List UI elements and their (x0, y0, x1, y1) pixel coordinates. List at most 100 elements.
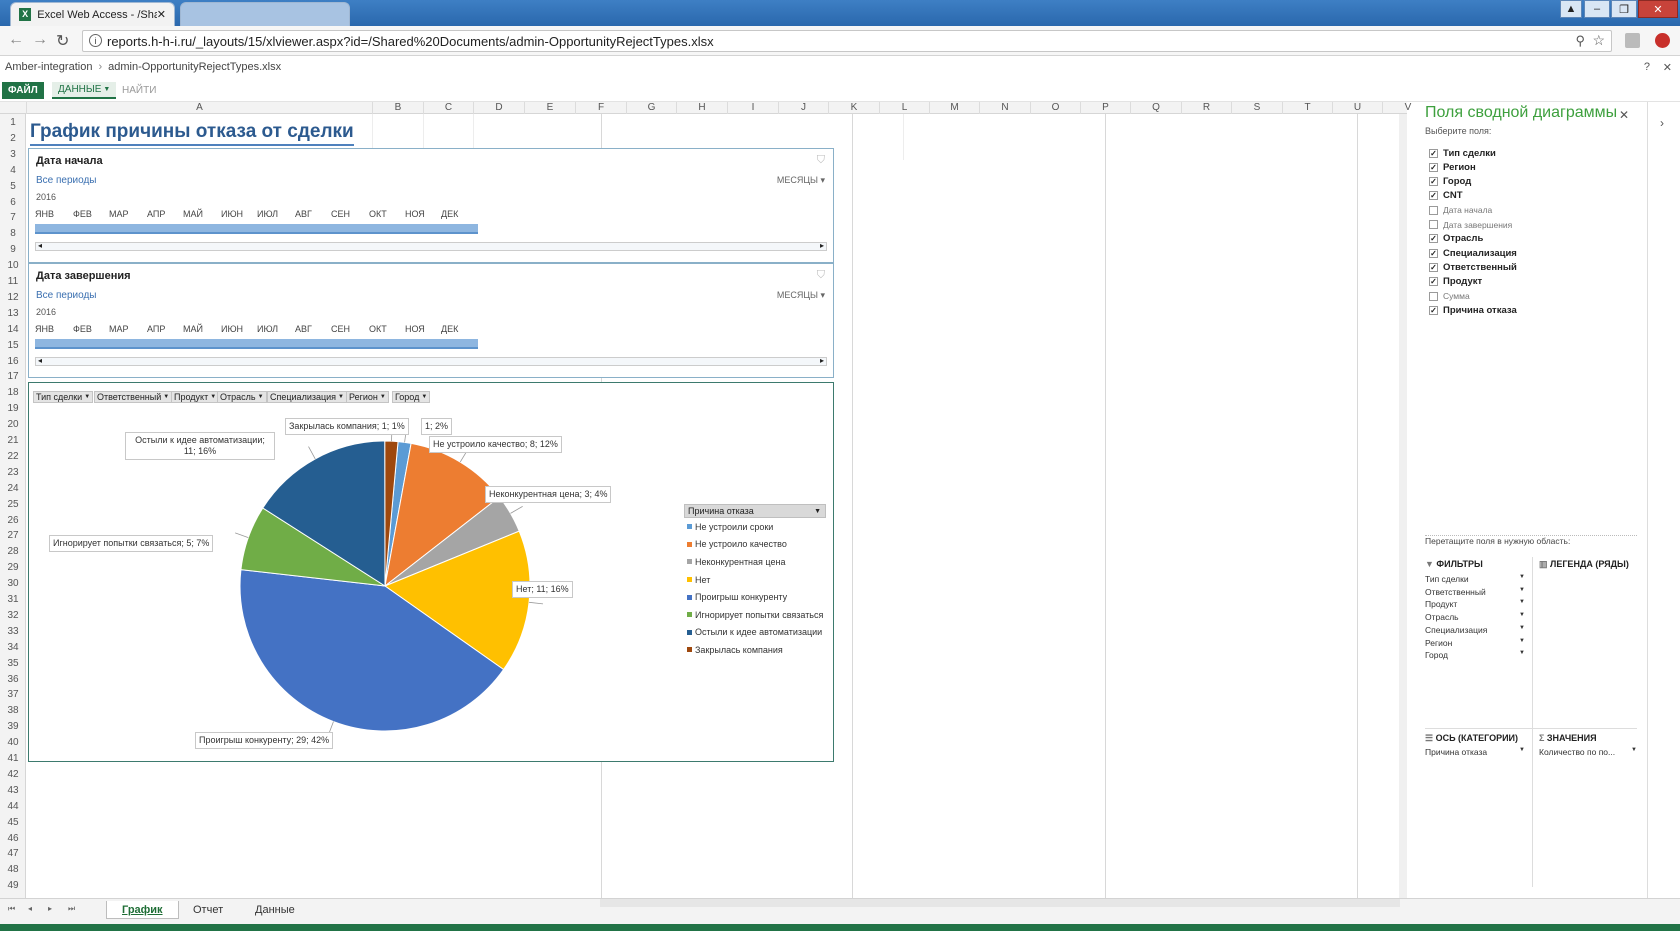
column-header[interactable]: J (778, 102, 828, 114)
slicer-month[interactable]: НОЯ (405, 209, 425, 219)
column-header[interactable]: A (26, 102, 372, 114)
column-header[interactable]: S (1231, 102, 1282, 114)
filter-area-item[interactable]: Продукт ▼ (1425, 599, 1525, 609)
row-header[interactable]: 18 (0, 387, 26, 398)
slicer-month[interactable]: МАЙ (183, 209, 203, 219)
row-header[interactable]: 20 (0, 419, 26, 430)
pivot-field[interactable]: Дата завершения (1429, 218, 1512, 232)
row-header[interactable]: 48 (0, 864, 26, 875)
row-header[interactable]: 2 (0, 133, 26, 144)
pivot-field[interactable]: ✓ Причина отказа (1429, 303, 1517, 317)
browser-tab-new[interactable] (180, 2, 350, 26)
filter-area-item[interactable]: Ответственный ▼ (1425, 587, 1525, 597)
legend-item[interactable]: Неконкурентная цена (684, 553, 826, 571)
pivot-field-checkbox[interactable]: ✓ (1429, 148, 1438, 158)
row-header[interactable]: 31 (0, 594, 26, 605)
column-header[interactable]: K (828, 102, 879, 114)
slicer-start-all-periods[interactable]: Все периоды (36, 175, 97, 186)
slicer-month[interactable]: ЯНВ (35, 209, 54, 219)
extension-icon[interactable] (1625, 33, 1640, 48)
row-header[interactable]: 27 (0, 530, 26, 541)
pivot-field-checkbox[interactable]: ✓ (1429, 262, 1438, 272)
maximize-icon[interactable]: ❐ (1611, 0, 1637, 18)
reload-icon[interactable]: ↻ (56, 31, 69, 51)
slicer-month[interactable]: ОКТ (369, 209, 387, 219)
row-header[interactable]: 25 (0, 499, 26, 510)
row-header[interactable]: 42 (0, 769, 26, 780)
pivot-field-checkbox[interactable] (1429, 220, 1438, 229)
row-header[interactable]: 7 (0, 212, 26, 223)
legend-item[interactable]: Не устроило качество (684, 536, 826, 554)
slicer-end-timeline-bar[interactable] (35, 339, 478, 349)
user-icon[interactable]: ▲ (1560, 0, 1582, 18)
column-header[interactable]: E (524, 102, 575, 114)
slicer-start-period-select[interactable]: МЕСЯЦЫ ▾ (777, 175, 825, 186)
column-header[interactable]: Q (1130, 102, 1181, 114)
sheet-tab[interactable]: Данные (240, 901, 310, 919)
column-header[interactable]: G (626, 102, 676, 114)
horizontal-scrollbar[interactable] (600, 899, 1400, 907)
row-header[interactable]: 35 (0, 658, 26, 669)
close-icon[interactable]: ✕ (1663, 61, 1672, 74)
slicer-month[interactable]: НОЯ (405, 324, 425, 334)
vertical-scrollbar[interactable] (1399, 114, 1407, 898)
column-header[interactable]: O (1030, 102, 1080, 114)
row-header[interactable]: 4 (0, 165, 26, 176)
column-header[interactable]: N (979, 102, 1030, 114)
minimize-icon[interactable]: – (1584, 0, 1610, 18)
pivot-field-checkbox[interactable]: ✓ (1429, 305, 1438, 315)
slicer-end-date[interactable]: Дата завершения ⛉ Все периоды МЕСЯЦЫ ▾ 2… (28, 263, 834, 378)
pivot-field[interactable]: ✓ Город (1429, 175, 1471, 189)
legend-item[interactable]: Игнорирует попытки связаться (684, 606, 826, 624)
legend-item[interactable]: Закрылась компания (684, 641, 826, 659)
row-header[interactable]: 45 (0, 817, 26, 828)
filter-area-item[interactable]: Специализация ▼ (1425, 625, 1525, 635)
slicer-month[interactable]: ДЕК (441, 209, 458, 219)
row-header[interactable]: 41 (0, 753, 26, 764)
close-window-icon[interactable]: ✕ (1638, 0, 1678, 18)
slicer-month[interactable]: СЕН (331, 209, 350, 219)
slicer-month[interactable]: ИЮН (221, 209, 243, 219)
legend-item[interactable]: Нет (684, 571, 826, 589)
row-header[interactable]: 30 (0, 578, 26, 589)
pivot-field[interactable]: ✓ Продукт (1429, 275, 1482, 289)
column-header[interactable]: L (879, 102, 929, 114)
slicer-month[interactable]: ИЮЛ (257, 324, 278, 334)
row-header[interactable]: 13 (0, 308, 26, 319)
slicer-month[interactable]: МАР (109, 209, 129, 219)
row-header[interactable]: 40 (0, 737, 26, 748)
url-input[interactable]: i reports.h-h-i.ru/_layouts/15/xlviewer.… (82, 30, 1612, 52)
star-icon[interactable]: ☆ (1592, 32, 1605, 49)
slicer-month[interactable]: АПР (147, 209, 165, 219)
chevron-right-icon[interactable]: › (1660, 116, 1664, 130)
row-header[interactable]: 26 (0, 515, 26, 526)
column-header[interactable]: H (676, 102, 727, 114)
column-header[interactable]: I (727, 102, 778, 114)
pivot-field-checkbox[interactable] (1429, 291, 1438, 301)
panel-collapse-strip[interactable]: › (1647, 102, 1680, 898)
row-header[interactable]: 5 (0, 181, 26, 192)
file-menu-button[interactable]: ФАЙЛ (2, 82, 44, 99)
slicer-month[interactable]: МАЙ (183, 324, 203, 334)
data-menu-button[interactable]: ДАННЫЕ ▼ (52, 82, 117, 99)
slicer-month[interactable]: ФЕВ (73, 324, 92, 334)
row-header[interactable]: 28 (0, 546, 26, 557)
pivot-field[interactable]: ✓ Отрасль (1429, 232, 1483, 246)
opera-icon[interactable] (1655, 33, 1670, 48)
filter-area-item[interactable]: Город ▼ (1425, 650, 1525, 660)
pivot-field[interactable]: Сумма (1429, 289, 1470, 303)
row-header[interactable]: 47 (0, 848, 26, 859)
slicer-start-timeline-bar[interactable] (35, 224, 478, 234)
help-icon[interactable]: ? (1644, 61, 1650, 73)
pivot-field[interactable]: ✓ Тип сделки (1429, 146, 1496, 160)
slicer-month[interactable]: ИЮН (221, 324, 243, 334)
pivot-field-checkbox[interactable]: ✓ (1429, 277, 1438, 287)
legend-field-button[interactable]: Причина отказа ▼ (684, 504, 826, 518)
first-sheet-icon[interactable]: ⏮ (8, 904, 15, 914)
close-tab-icon[interactable]: ✕ (157, 8, 166, 21)
row-header[interactable]: 15 (0, 340, 26, 351)
pivot-field[interactable]: Дата начала (1429, 203, 1492, 217)
row-header[interactable]: 14 (0, 324, 26, 335)
pivot-field[interactable]: ✓ Ответственный (1429, 260, 1517, 274)
slicer-month[interactable]: СЕН (331, 324, 350, 334)
